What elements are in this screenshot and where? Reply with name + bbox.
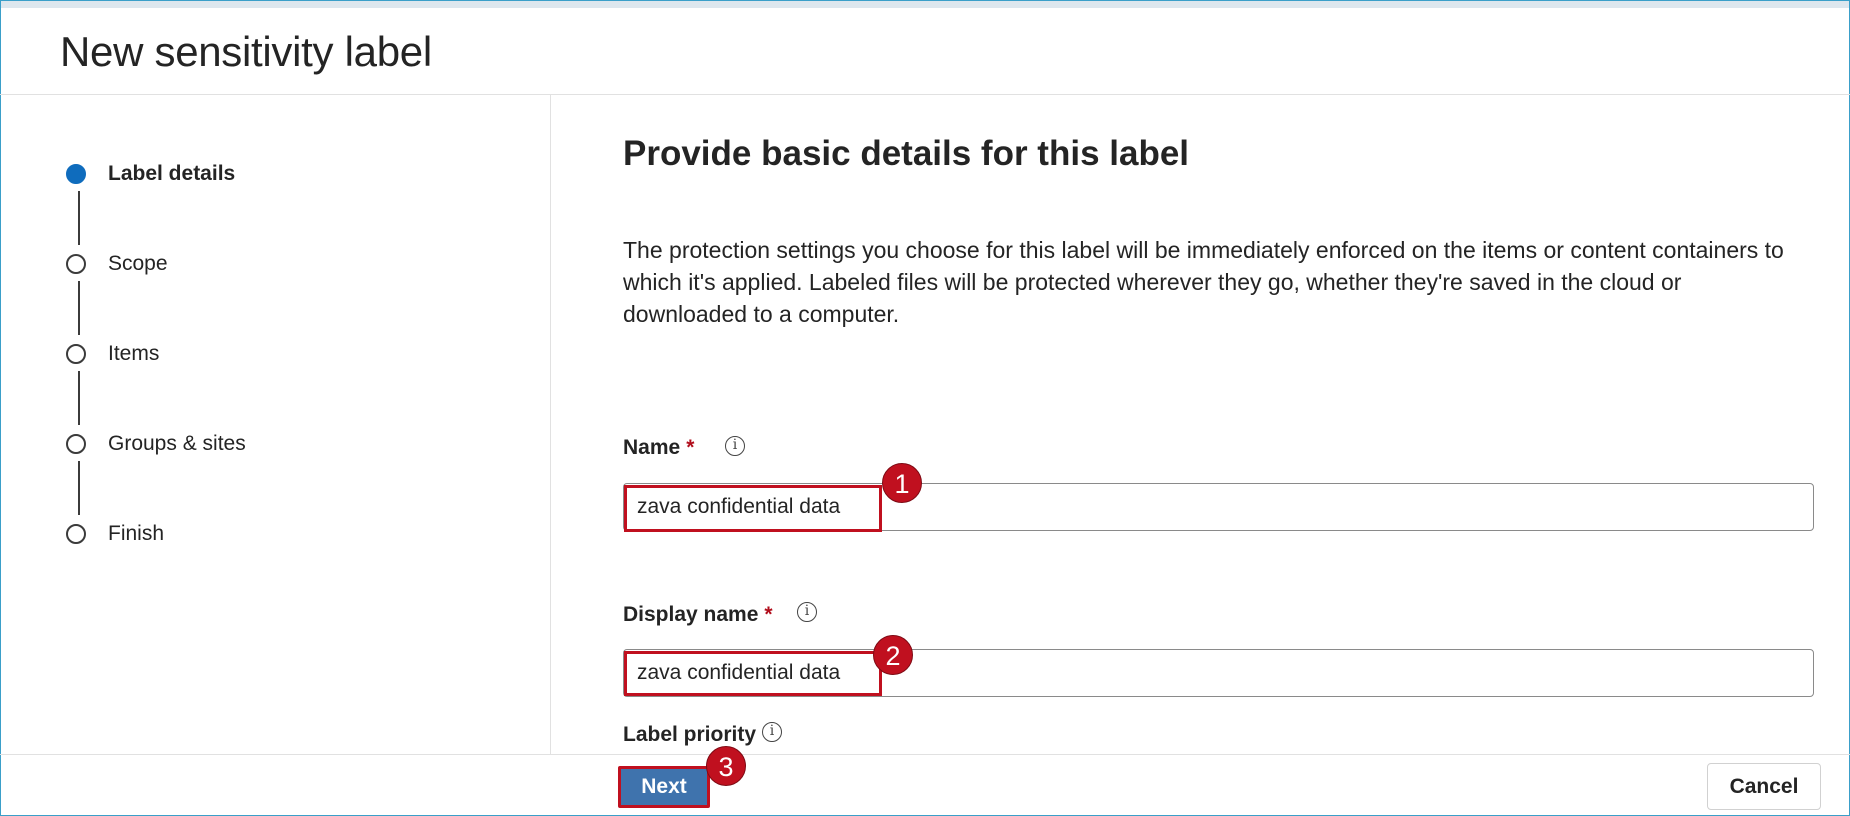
step-connector <box>78 371 80 425</box>
step-groups-sites[interactable]: Groups & sites <box>66 431 246 457</box>
page-title: New sensitivity label <box>60 28 432 75</box>
annotation-badge-1: 1 <box>882 463 922 503</box>
annotation-badge-2: 2 <box>873 635 913 675</box>
step-indicator <box>66 434 86 454</box>
step-label: Items <box>108 342 160 365</box>
header-divider <box>0 94 1850 95</box>
step-label: Finish <box>108 522 165 545</box>
annotation-highlight <box>624 651 882 696</box>
name-label-text: Name <box>623 436 681 459</box>
step-label-details[interactable]: Label details <box>66 161 235 187</box>
nav-divider <box>550 95 551 755</box>
step-finish[interactable]: Finish <box>66 521 164 547</box>
step-current-indicator <box>66 164 86 184</box>
info-icon[interactable]: i <box>797 602 817 622</box>
info-icon[interactable]: i <box>762 722 782 742</box>
required-marker: * <box>764 603 773 626</box>
step-connector <box>78 461 80 515</box>
annotation-highlight <box>624 485 882 532</box>
name-field-label: Name * <box>623 436 694 460</box>
display-name-field-label: Display name * <box>623 603 773 627</box>
section-heading: Provide basic details for this label <box>623 134 1190 173</box>
next-button[interactable]: Next <box>618 766 710 808</box>
display-name-label-text: Display name <box>623 603 759 626</box>
step-connector <box>78 281 80 335</box>
step-label: Scope <box>108 252 168 275</box>
step-label: Label details <box>108 162 236 185</box>
info-icon[interactable]: i <box>725 436 745 456</box>
annotation-badge-3: 3 <box>706 746 746 786</box>
label-priority-text: Label priority <box>623 723 757 746</box>
step-indicator <box>66 254 86 274</box>
step-indicator <box>66 344 86 364</box>
section-description: The protection settings you choose for t… <box>623 237 1784 327</box>
label-priority-label: Label priority <box>623 723 756 747</box>
step-connector <box>78 191 80 245</box>
required-marker: * <box>686 436 695 459</box>
footer-divider <box>0 754 1850 755</box>
cancel-button[interactable]: Cancel <box>1707 763 1821 810</box>
step-indicator <box>66 524 86 544</box>
step-items[interactable]: Items <box>66 341 159 367</box>
step-scope[interactable]: Scope <box>66 251 168 277</box>
step-label: Groups & sites <box>108 432 246 455</box>
